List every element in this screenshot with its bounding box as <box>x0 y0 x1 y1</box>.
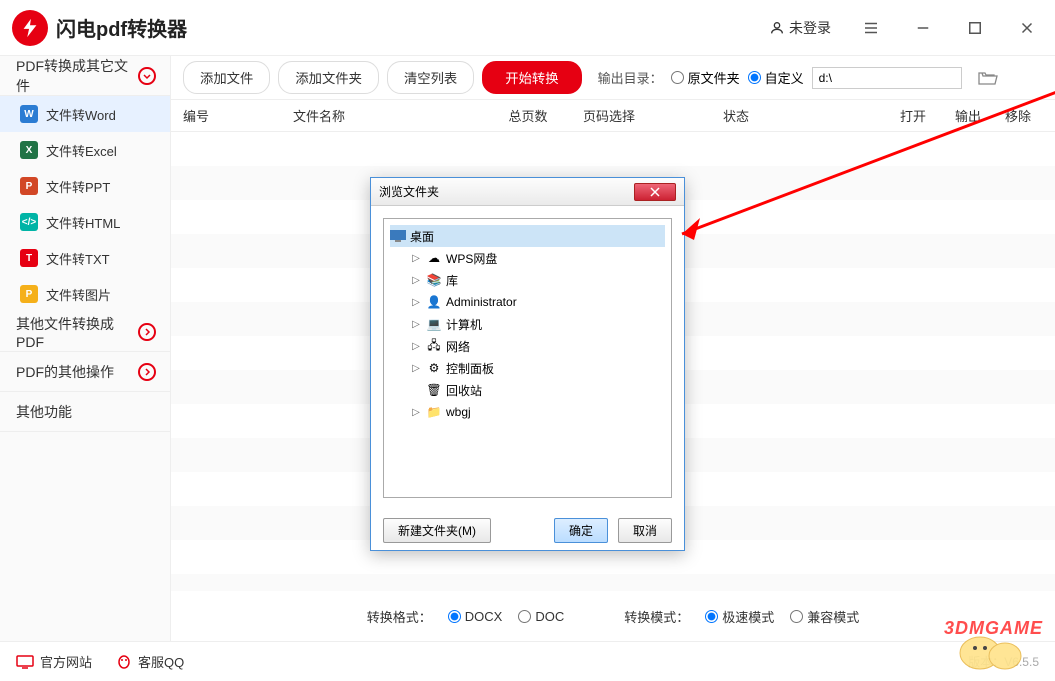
tree-item[interactable]: ▷💻计算机 <box>390 313 665 335</box>
folder-open-icon <box>978 70 998 86</box>
image-icon: P <box>20 285 38 303</box>
footer: 官方网站 客服QQ 版本：V6.5.5 <box>0 641 1055 681</box>
category-pdf-ops[interactable]: PDF的其他操作 <box>0 352 170 392</box>
tree-item[interactable]: 🗑回收站 <box>390 379 665 401</box>
login-button[interactable]: 未登录 <box>761 14 839 42</box>
format-docx-radio[interactable]: DOCX <box>448 609 503 624</box>
output-dir-label: 输出目录： <box>598 68 663 87</box>
format-doc-radio[interactable]: DOC <box>518 609 564 624</box>
sidebar-item-word[interactable]: W文件转Word <box>0 96 170 132</box>
category-pdf-to-other[interactable]: PDF转换成其它文件 <box>0 56 170 96</box>
clear-list-button[interactable]: 清空列表 <box>387 61 474 94</box>
cloud-icon: ☁ <box>426 250 442 266</box>
sidebar-item-txt[interactable]: T文件转TXT <box>0 240 170 276</box>
qq-support-link[interactable]: 客服QQ <box>116 652 184 671</box>
html-icon: </> <box>20 213 38 231</box>
format-label: 转换格式： <box>367 607 432 626</box>
col-pages: 总页数 <box>473 106 583 125</box>
expand-icon <box>138 67 156 85</box>
col-page-range: 页码选择 <box>583 106 723 125</box>
word-icon: W <box>20 105 38 123</box>
watermark-text: 3DMGAME <box>944 618 1043 639</box>
minimize-button[interactable] <box>903 8 943 48</box>
recycle-bin-icon: 🗑 <box>426 382 442 398</box>
control-panel-icon: ⚙ <box>426 360 442 376</box>
col-status: 状态 <box>723 106 883 125</box>
col-output: 输出 <box>943 106 993 125</box>
mode-compat-radio[interactable]: 兼容模式 <box>790 607 859 626</box>
dialog-titlebar[interactable]: 浏览文件夹 <box>371 178 684 206</box>
excel-icon: X <box>20 141 38 159</box>
sidebar: PDF转换成其它文件 W文件转Word X文件转Excel P文件转PPT </… <box>0 56 171 641</box>
bottom-options: 转换格式： DOCX DOC 转换模式： 极速模式 兼容模式 <box>171 591 1055 641</box>
version-text: 版本：V6.5.5 <box>968 653 1039 670</box>
browse-folder-button[interactable] <box>974 66 1002 90</box>
title-bar: 闪电pdf转换器 未登录 <box>0 0 1055 56</box>
category-other[interactable]: 其他功能 <box>0 392 170 432</box>
start-convert-button[interactable]: 开始转换 <box>482 61 581 94</box>
folder-icon: 📁 <box>426 404 442 420</box>
expand-icon <box>138 323 156 341</box>
sidebar-item-image[interactable]: P文件转图片 <box>0 276 170 312</box>
txt-icon: T <box>20 249 38 267</box>
output-src-radio[interactable]: 原文件夹 <box>671 68 740 87</box>
mode-fast-radio[interactable]: 极速模式 <box>705 607 774 626</box>
col-remove: 移除 <box>993 106 1043 125</box>
sidebar-item-excel[interactable]: X文件转Excel <box>0 132 170 168</box>
new-folder-button[interactable]: 新建文件夹(M) <box>383 518 491 543</box>
mode-label: 转换模式： <box>624 607 689 626</box>
tree-item[interactable]: ▷⚙控制面板 <box>390 357 665 379</box>
network-icon: 🖧 <box>426 338 442 354</box>
output-custom-radio[interactable]: 自定义 <box>748 68 804 87</box>
browse-folder-dialog: 浏览文件夹 桌面 ▷☁WPS网盘 ▷📚库 ▷👤Administrator ▷💻计… <box>370 177 685 551</box>
ok-button[interactable]: 确定 <box>554 518 608 543</box>
toolbar: 添加文件 添加文件夹 清空列表 开始转换 输出目录： 原文件夹 自定义 <box>171 56 1055 100</box>
maximize-button[interactable] <box>955 8 995 48</box>
output-path-input[interactable] <box>812 67 962 89</box>
add-folder-button[interactable]: 添加文件夹 <box>278 61 379 94</box>
col-filename: 文件名称 <box>293 106 473 125</box>
computer-icon: 💻 <box>426 316 442 332</box>
desktop-icon <box>390 228 406 244</box>
folder-tree[interactable]: 桌面 ▷☁WPS网盘 ▷📚库 ▷👤Administrator ▷💻计算机 ▷🖧网… <box>383 218 672 498</box>
dialog-close-button[interactable] <box>634 183 676 201</box>
expand-icon <box>138 363 156 381</box>
qq-icon <box>116 654 132 670</box>
tree-item[interactable]: ▷👤Administrator <box>390 291 665 313</box>
col-open: 打开 <box>883 106 943 125</box>
user-folder-icon: 👤 <box>426 294 442 310</box>
close-button[interactable] <box>1007 8 1047 48</box>
app-logo-icon <box>12 10 48 46</box>
monitor-icon <box>16 655 34 669</box>
app-title: 闪电pdf转换器 <box>56 13 187 42</box>
tree-item[interactable]: ▷📁wbgj <box>390 401 665 423</box>
close-icon <box>650 187 660 197</box>
cancel-button[interactable]: 取消 <box>618 518 672 543</box>
dialog-title: 浏览文件夹 <box>379 183 439 200</box>
menu-button[interactable] <box>851 8 891 48</box>
tree-item-desktop[interactable]: 桌面 <box>390 225 665 247</box>
user-icon <box>769 20 785 36</box>
add-file-button[interactable]: 添加文件 <box>183 61 270 94</box>
tree-item[interactable]: ▷🖧网络 <box>390 335 665 357</box>
col-number: 编号 <box>183 106 293 125</box>
ppt-icon: P <box>20 177 38 195</box>
category-other-to-pdf[interactable]: 其他文件转换成PDF <box>0 312 170 352</box>
official-site-link[interactable]: 官方网站 <box>16 652 92 671</box>
library-icon: 📚 <box>426 272 442 288</box>
tree-item[interactable]: ▷📚库 <box>390 269 665 291</box>
tree-item[interactable]: ▷☁WPS网盘 <box>390 247 665 269</box>
sidebar-item-html[interactable]: </>文件转HTML <box>0 204 170 240</box>
sidebar-item-ppt[interactable]: P文件转PPT <box>0 168 170 204</box>
table-header: 编号 文件名称 总页数 页码选择 状态 打开 输出 移除 <box>171 100 1055 132</box>
